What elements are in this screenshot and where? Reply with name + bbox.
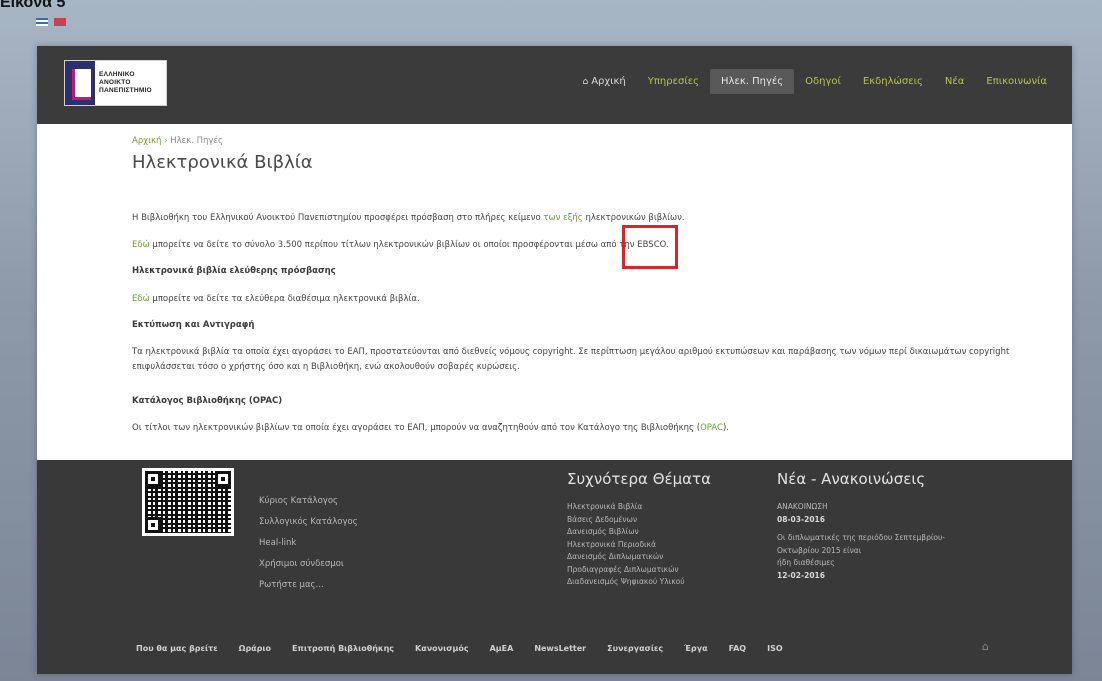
nav-news[interactable]: Νέα: [934, 69, 975, 94]
topic-link[interactable]: Δανεισμός Διπλωματικών: [567, 551, 685, 564]
opac-link[interactable]: OPAC: [700, 423, 723, 433]
scroll-to-top-icon[interactable]: ⌂: [979, 640, 992, 653]
open-access-here-link[interactable]: Εδώ: [132, 294, 150, 304]
open-access-heading: Ηλεκτρονικά βιβλία ελεύθερης πρόσβασης: [132, 266, 336, 276]
site-header: ΕΛΛΗΝΙΚΟ ΑΝΟΙΚΤΟ ΠΑΝΕΠΙΣΤΗΜΙΟ ⌂ Αρχική Υπ…: [37, 46, 1072, 124]
copyright-paragraph: Τα ηλεκτρονικά βιβλία τα οποία έχει αγορ…: [132, 347, 1010, 372]
footer-nav-regulations[interactable]: Κανονισμός: [415, 638, 469, 660]
footer-nav-committee[interactable]: Επιτροπή Βιβλιοθήκης: [292, 638, 394, 660]
opac-paragraph: Οι τίτλοι των ηλεκτρονικών βιβλίων τα οπ…: [132, 423, 729, 433]
breadcrumb-home-link[interactable]: Αρχική: [132, 136, 161, 146]
qr-code-icon: [142, 468, 234, 536]
figure-caption: Εικόνα 5: [0, 0, 66, 11]
breadcrumb-current: Ηλεκ. Πηγές: [170, 136, 224, 146]
red-highlight-box: [622, 225, 678, 269]
nav-guides[interactable]: Οδηγοί: [794, 69, 852, 94]
nav-home[interactable]: ⌂ Αρχική: [571, 69, 636, 94]
uk-flag-icon[interactable]: [54, 18, 66, 26]
topic-link[interactable]: Ηλεκτρονικά Περιοδικά: [567, 539, 685, 552]
footer-nav-faq[interactable]: FAQ: [729, 638, 747, 660]
logo-mark-icon: [65, 61, 95, 105]
website-page: ΕΛΛΗΝΙΚΟ ΑΝΟΙΚΤΟ ΠΑΝΕΠΙΣΤΗΜΙΟ ⌂ Αρχική Υπ…: [37, 46, 1072, 674]
topic-link[interactable]: Προδιαγραφές Διπλωματικών: [567, 564, 685, 577]
news-date: 12-02-2016: [777, 570, 825, 580]
main-content: Αρχική › Ηλεκ. Πηγές Ηλεκτρονικά Βιβλία …: [37, 124, 1072, 460]
news-label[interactable]: ΑΝΑΚΟΙΝΩΣΗ: [777, 501, 987, 514]
topic-link[interactable]: Βάσεις Δεδομένων: [567, 514, 685, 527]
news-text[interactable]: Οι διπλωματικές της περιόδου Σεπτεμβρίου…: [777, 532, 987, 557]
nav-electronic-sources[interactable]: Ηλεκ. Πηγές: [710, 69, 795, 94]
ebsco-here-link[interactable]: Εδώ: [132, 240, 150, 250]
intro-paragraph: Η Βιβλιοθήκη του Ελληνικού Ανοικτού Πανε…: [132, 213, 685, 223]
site-footer: Κύριος Κατάλογος Συλλογικός Κατάλογος He…: [37, 460, 1072, 674]
nav-events[interactable]: Εκδηλώσεις: [852, 69, 934, 94]
footer-link-useful-links[interactable]: Χρήσιμοι σύνδεσμοι: [259, 554, 358, 575]
language-switcher[interactable]: [36, 18, 66, 26]
ebooks-list-link[interactable]: των εξής: [543, 213, 582, 223]
open-access-paragraph: Εδώ μπορείτε να δείτε τα ελεύθερα διαθέσ…: [132, 294, 420, 304]
nav-services[interactable]: Υπηρεσίες: [637, 69, 710, 94]
footer-nav-accessibility[interactable]: ΑμΕΑ: [490, 638, 514, 660]
footer-nav-projects[interactable]: Έργα: [684, 638, 707, 660]
topics-title: Συχνότερα Θέματα: [567, 470, 711, 488]
footer-link-union-catalog[interactable]: Συλλογικός Κατάλογος: [259, 512, 358, 533]
footer-bottom-nav: Που θα μας βρείτε Ωράριο Επιτροπή Βιβλιο…: [37, 638, 1072, 660]
news-date: 08-03-2016: [777, 514, 825, 524]
home-icon: ⌂: [582, 77, 589, 87]
nav-contact[interactable]: Επικοινωνία: [975, 69, 1058, 94]
breadcrumb: Αρχική › Ηλεκ. Πηγές: [132, 136, 223, 146]
breadcrumb-separator: ›: [164, 136, 168, 146]
page-title: Ηλεκτρονικά Βιβλία: [132, 152, 313, 173]
university-logo[interactable]: ΕΛΛΗΝΙΚΟ ΑΝΟΙΚΤΟ ΠΑΝΕΠΙΣΤΗΜΙΟ: [64, 60, 167, 106]
footer-link-ask-us[interactable]: Ρωτήστε μας...: [259, 575, 358, 596]
footer-links: Κύριος Κατάλογος Συλλογικός Κατάλογος He…: [259, 491, 358, 596]
main-nav: ⌂ Αρχική Υπηρεσίες Ηλεκ. Πηγές Οδηγοί Εκδ…: [571, 69, 1058, 94]
footer-nav-location[interactable]: Που θα μας βρείτε: [136, 638, 218, 660]
ebsco-paragraph: Εδώ μπορείτε να δείτε το σύνολο 3.500 πε…: [132, 240, 669, 250]
footer-link-heal-link[interactable]: Heal-link: [259, 533, 358, 554]
news-list: ΑΝΑΚΟΙΝΩΣΗ 08-03-2016 Οι διπλωματικές τη…: [777, 501, 987, 582]
news-text-continued[interactable]: ήδη διαθέσιμες: [777, 557, 987, 570]
footer-nav-partnerships[interactable]: Συνεργασίες: [607, 638, 663, 660]
topics-list: Ηλεκτρονικά Βιβλία Βάσεις Δεδομένων Δανε…: [567, 501, 685, 589]
news-title: Νέα - Ανακοινώσεις: [777, 470, 926, 488]
greek-flag-icon[interactable]: [36, 18, 48, 26]
footer-nav-newsletter[interactable]: NewsLetter: [534, 638, 586, 660]
footer-nav-hours[interactable]: Ωράριο: [239, 638, 271, 660]
topic-link[interactable]: Ηλεκτρονικά Βιβλία: [567, 501, 685, 514]
topic-link[interactable]: Δανεισμός Βιβλίων: [567, 526, 685, 539]
footer-nav-iso[interactable]: ISO: [767, 638, 783, 660]
topic-link[interactable]: Διαδανεισμός Ψηφιακού Υλικού: [567, 576, 685, 589]
footer-link-main-catalog[interactable]: Κύριος Κατάλογος: [259, 491, 358, 512]
logo-text: ΕΛΛΗΝΙΚΟ ΑΝΟΙΚΤΟ ΠΑΝΕΠΙΣΤΗΜΙΟ: [99, 71, 152, 94]
opac-heading: Κατάλογος Βιβλιοθήκης (OPAC): [132, 396, 283, 406]
print-copy-heading: Εκτύπωση και Αντιγραφή: [132, 320, 255, 330]
